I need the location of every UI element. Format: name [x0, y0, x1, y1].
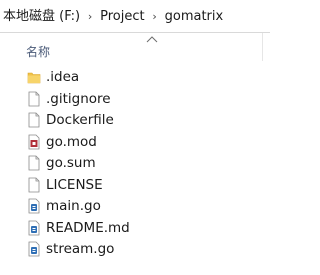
breadcrumb-separator-icon[interactable]: ›	[147, 10, 163, 23]
file-list: .idea .gitignore Dockerfile go.mod go.su…	[0, 66, 270, 260]
go-file-icon	[28, 198, 40, 214]
file-name: .gitignore	[46, 90, 111, 107]
file-name: go.sum	[46, 155, 96, 171]
file-name: Dockerfile	[46, 112, 114, 128]
go-file-icon	[28, 220, 40, 235]
breadcrumb-gomatrix[interactable]: gomatrix	[163, 0, 226, 32]
sort-ascending-icon	[146, 36, 158, 43]
file-row-go-sum[interactable]: go.sum	[0, 152, 270, 174]
mod-file-icon	[28, 134, 40, 149]
document-icon	[28, 112, 40, 128]
breadcrumb-project[interactable]: Project	[98, 0, 146, 32]
file-row-gitignore[interactable]: .gitignore	[0, 88, 270, 110]
go-file-icon	[28, 241, 40, 257]
breadcrumb-drive[interactable]: 本地磁盘 (F:)	[1, 0, 82, 32]
column-divider[interactable]	[262, 33, 263, 61]
file-name: go.mod	[46, 133, 97, 150]
file-row-main-go[interactable]: main.go	[0, 195, 270, 217]
file-name: README.md	[46, 219, 130, 236]
document-icon	[28, 155, 40, 171]
breadcrumb-separator-icon[interactable]: ›	[82, 10, 98, 23]
file-name: LICENSE	[46, 176, 103, 193]
file-name: .idea	[46, 69, 80, 85]
file-row-stream-go[interactable]: stream.go	[0, 238, 270, 260]
address-bar[interactable]: 本地磁盘 (F:) › Project › gomatrix	[0, 0, 270, 33]
file-name: stream.go	[46, 241, 115, 257]
file-name: main.go	[46, 198, 101, 214]
file-row-go-mod[interactable]: go.mod	[0, 131, 270, 153]
file-row-idea[interactable]: .idea	[0, 66, 270, 88]
file-row-dockerfile[interactable]: Dockerfile	[0, 109, 270, 131]
name-column-header[interactable]: 名称	[0, 33, 270, 61]
document-icon	[28, 177, 40, 192]
document-icon	[28, 91, 40, 106]
file-row-license[interactable]: LICENSE	[0, 174, 270, 196]
file-row-readme[interactable]: README.md	[0, 217, 270, 239]
name-column-label: 名称	[26, 45, 51, 59]
folder-icon	[27, 72, 41, 84]
